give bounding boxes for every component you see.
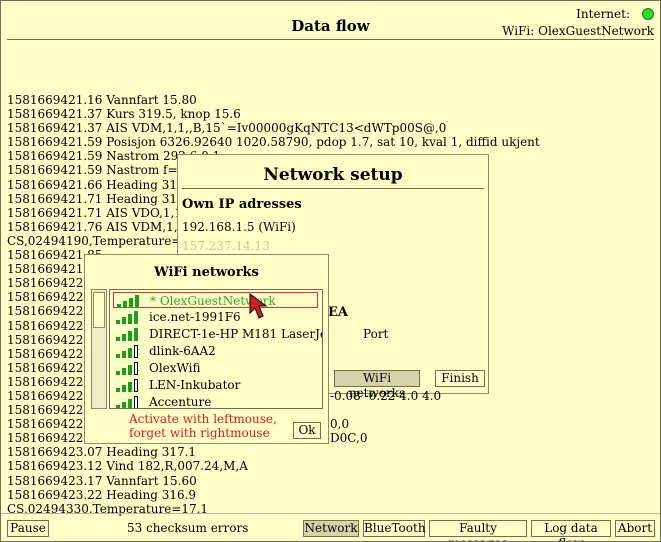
log-line: 1581669421.37 AIS VDM,1,1,,B,15`=Iv00000… [7,121,447,136]
mouse-pointer-icon [249,293,268,319]
internet-status-label: Internet: [576,7,630,21]
wifi-network-name: OlexWifi [149,361,201,375]
wifi-network-item[interactable]: OlexWifi [113,360,318,376]
port-label: Port [363,327,389,341]
pause-button[interactable]: Pause [7,520,49,537]
wifi-networks-title: WiFi networks [154,265,259,280]
bluetooth-button[interactable]: BlueTooth [363,520,426,537]
wifi-network-item[interactable]: Accenture [113,394,318,409]
own-ip-heading: Own IP adresses [182,197,302,212]
wifi-network-name: ice.net-1991F6 [149,310,241,324]
wifi-list-scrollbar[interactable] [91,289,107,409]
faulty-messages-button[interactable]: Faulty messages [429,520,527,541]
abort-button[interactable]: Abort [615,520,655,537]
wifi-network-item[interactable]: * OlexGuestNetwork [113,292,318,308]
own-ip-secondary: 157.237.14.13 [182,239,270,253]
behind-text-3: D0C,0 [330,431,368,445]
log-line: 1581669421.59 Posisjon 6326.92640 1020.5… [7,135,540,150]
data-flow-window: Data flow Internet: WiFi: OlexGuestNetwo… [0,0,661,542]
wifi-help-line-1: Activate with leftmouse, [129,412,277,426]
signal-strength-icon [113,345,139,358]
internet-status-indicator-icon [642,8,654,20]
behind-text-2: 0,0 [330,417,350,431]
header-divider [7,39,654,40]
wifi-network-name: Accenture [149,395,212,409]
log-data-flow-button[interactable]: Log data flow [531,520,611,541]
ea-label: EA [328,305,348,320]
wifi-network-name: LEN-Inkubator [149,378,241,392]
ok-button[interactable]: Ok [293,422,321,439]
signal-strength-icon [113,311,139,324]
signal-strength-icon [113,328,139,341]
network-setup-title: Network setup [263,165,403,185]
network-button[interactable]: Network [303,520,359,537]
log-line: 1581669421.16 Vannfart 15.80 [7,93,197,107]
log-line: 1581669423.22 Heading 316.9 [7,487,197,502]
footer-divider [1,513,660,514]
checksum-errors-label: 53 checksum errors [127,521,249,535]
wifi-networks-button[interactable]: WiFi networks [334,370,420,400]
wifi-help-text: Activate with leftmouse, forget with rig… [129,412,277,440]
wifi-status-label: WiFi: OlexGuestNetwork [502,24,654,38]
wifi-networks-dialog: WiFi networks * OlexGuestNetwork ice.net-… [84,254,329,444]
own-ip-wifi: 192.168.1.5 (WiFi) [182,220,296,234]
wifi-network-item[interactable]: LEN-Inkubator [113,377,318,393]
wifi-network-name: DIRECT-1e-HP M181 LaserJet [149,327,323,341]
finish-button[interactable]: Finish [435,370,485,387]
wifi-network-item[interactable]: dlink-6AA2 [113,343,318,359]
behind-text-1: -0.08 -0.22 4.0 4.0 [330,389,442,403]
wifi-list-scroll-thumb[interactable] [93,292,105,328]
log-line: 1581669423.17 Vannfart 15.60 [7,473,197,488]
signal-strength-icon [113,362,139,375]
signal-strength-icon [114,295,140,308]
signal-strength-icon [113,396,139,408]
wifi-network-list[interactable]: * OlexGuestNetwork ice.net-1991F6 DIRECT-1… [109,289,323,409]
log-line: 1581669423.12 Vind 182,R,007.24,M,A [7,459,248,474]
log-line: 1581669423.07 Heading 317.1 [7,445,197,460]
wifi-network-item[interactable]: ice.net-1991F6 [113,309,318,325]
wifi-network-name: dlink-6AA2 [149,344,216,358]
wifi-help-line-2: forget with rightmouse [129,426,270,440]
signal-strength-icon [113,379,139,392]
wifi-network-item[interactable]: DIRECT-1e-HP M181 LaserJet [113,326,322,342]
network-setup-divider [182,188,484,189]
log-line: 1581669421.37 Kurs 319.5, knop 15.6 [7,107,241,122]
